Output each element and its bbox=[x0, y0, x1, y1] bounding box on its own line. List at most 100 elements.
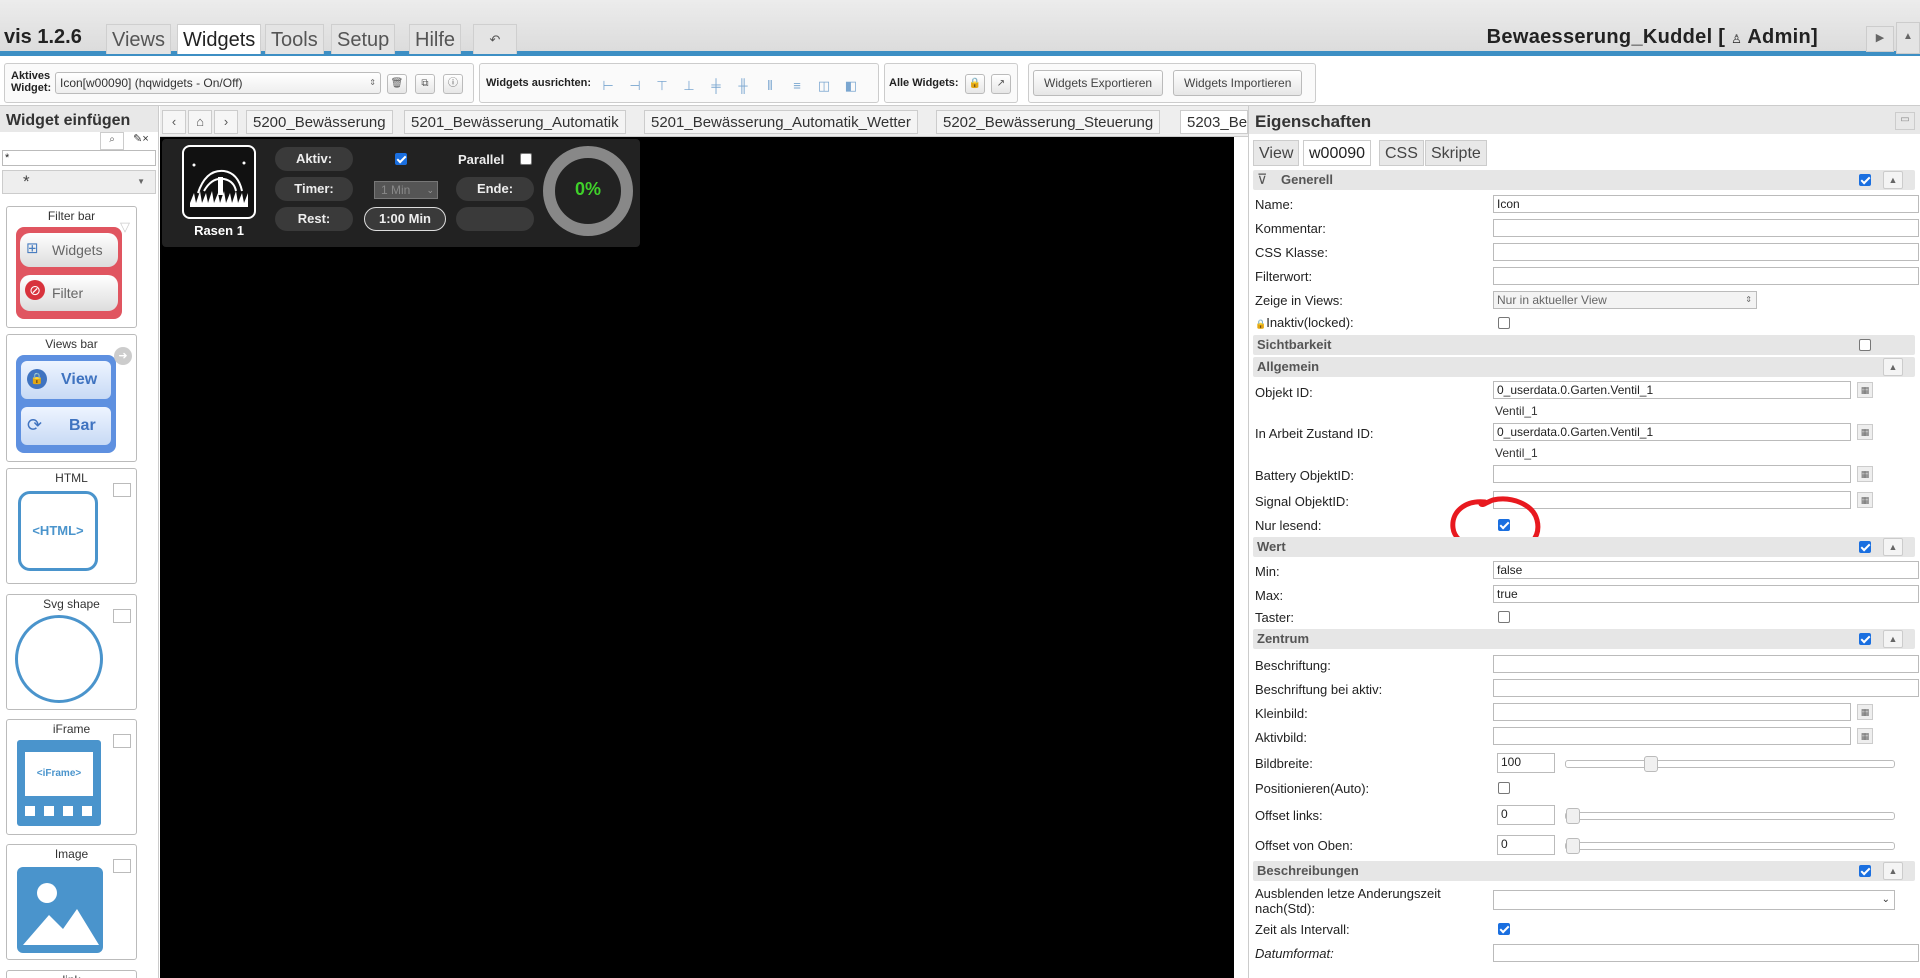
tab-skripte[interactable]: Skripte bbox=[1425, 140, 1487, 166]
datumformat-input[interactable] bbox=[1493, 944, 1919, 962]
collapse-icon[interactable]: ▲ bbox=[1883, 862, 1903, 880]
section-sichtbarkeit[interactable]: Sichtbarkeit bbox=[1253, 335, 1915, 355]
irrigation-widget[interactable]: Rasen 1 Aktiv: Parallel Timer: 1 Min ⌄ E… bbox=[162, 139, 640, 247]
bildbreite-input[interactable]: 100 bbox=[1497, 753, 1555, 773]
section-generell[interactable]: ⊽ Generell ▲ bbox=[1253, 170, 1915, 190]
chevron-right-icon[interactable]: › bbox=[214, 110, 238, 134]
id-picker-icon[interactable]: ▦ bbox=[1857, 466, 1873, 482]
menu-tab-tools[interactable]: Tools bbox=[265, 24, 324, 54]
signal-input[interactable] bbox=[1493, 491, 1851, 509]
home-icon[interactable]: ⌂ bbox=[188, 110, 212, 134]
align-center-h-icon[interactable]: ╪ bbox=[708, 78, 724, 94]
collapse-icon[interactable]: ▲ bbox=[1883, 171, 1903, 189]
battery-input[interactable] bbox=[1493, 465, 1851, 483]
search-icon[interactable]: ⌕ bbox=[100, 132, 124, 150]
view-tab[interactable]: 5200_Bewässerung bbox=[246, 110, 393, 134]
offset-oben-slider[interactable] bbox=[1565, 838, 1895, 854]
aktiv-checkbox[interactable] bbox=[395, 153, 407, 165]
collapse-icon[interactable]: ▲ bbox=[1883, 630, 1903, 648]
view-tab[interactable]: 5201_Bewässerung_Automatik_Wetter bbox=[644, 110, 918, 134]
filterwort-input[interactable] bbox=[1493, 267, 1919, 285]
menu-tab-widgets[interactable]: Widgets bbox=[177, 24, 262, 54]
section-wert[interactable]: Wert ▲ bbox=[1253, 537, 1915, 557]
menu-tab-setup[interactable]: Setup bbox=[331, 24, 396, 54]
active-widget-select[interactable]: Icon[w00090] (hqwidgets - On/Off) ⇕ bbox=[55, 72, 381, 94]
scroll-up-icon[interactable]: ▲ bbox=[1896, 22, 1920, 54]
clear-filter-icon[interactable]: ✎× bbox=[130, 132, 152, 148]
sprinkler-icon[interactable] bbox=[182, 145, 256, 219]
widget-card-link[interactable]: link bbox=[6, 970, 137, 978]
widgets-export-button[interactable]: Widgets Exportieren bbox=[1033, 70, 1164, 96]
in-arbeit-input[interactable]: 0_userdata.0.Garten.Ventil_1 bbox=[1493, 423, 1851, 441]
same-width-icon[interactable]: ◫ bbox=[816, 78, 832, 94]
widget-card-html[interactable]: HTML <HTML> bbox=[6, 468, 137, 584]
zeige-in-views-select[interactable]: Nur in aktueller View ⇕ bbox=[1493, 291, 1757, 309]
menu-tab-hilfe[interactable]: Hilfe bbox=[409, 24, 462, 54]
section-allgemein[interactable]: Allgemein ▲ bbox=[1253, 357, 1915, 377]
section-beschreibungen[interactable]: Beschreibungen ▲ bbox=[1253, 861, 1915, 881]
beschriftung-input[interactable] bbox=[1493, 655, 1919, 673]
section-wert-checkbox[interactable] bbox=[1859, 541, 1871, 553]
view-tab[interactable]: 5201_Bewässerung_Automatik bbox=[404, 110, 626, 134]
aktivbild-input[interactable] bbox=[1493, 727, 1851, 745]
view-tab[interactable]: 5202_Bewässerung_Steuerung bbox=[936, 110, 1161, 134]
image-picker-icon[interactable]: ▦ bbox=[1857, 728, 1873, 744]
widget-card-iframe[interactable]: iFrame <iFrame> bbox=[6, 719, 137, 835]
positionieren-checkbox[interactable] bbox=[1498, 782, 1510, 794]
distribute-v-icon[interactable]: ≡ bbox=[789, 78, 805, 94]
id-picker-icon[interactable]: ▦ bbox=[1857, 492, 1873, 508]
widget-card-views-bar[interactable]: Views bar 🔒 View ⟳ Bar ➜ bbox=[6, 334, 137, 462]
info-icon[interactable]: ⓘ bbox=[443, 74, 463, 94]
timer-select[interactable]: 1 Min ⌄ bbox=[374, 181, 438, 199]
id-picker-icon[interactable]: ▦ bbox=[1857, 382, 1873, 398]
min-input[interactable]: false bbox=[1493, 561, 1919, 579]
menu-tab-views[interactable]: Views bbox=[106, 24, 171, 54]
offset-links-input[interactable]: 0 bbox=[1497, 805, 1555, 825]
id-picker-icon[interactable]: ▦ bbox=[1857, 424, 1873, 440]
offset-links-slider[interactable] bbox=[1565, 808, 1895, 824]
section-zentrum-checkbox[interactable] bbox=[1859, 633, 1871, 645]
css-klasse-input[interactable] bbox=[1493, 243, 1919, 261]
lock-icon[interactable]: 🔒 bbox=[965, 74, 985, 94]
view-canvas[interactable]: Rasen 1 Aktiv: Parallel Timer: 1 Min ⌄ E… bbox=[160, 137, 1234, 978]
name-input[interactable]: Icon bbox=[1493, 195, 1919, 213]
section-beschreibungen-checkbox[interactable] bbox=[1859, 865, 1871, 877]
undo-icon[interactable]: ↶ bbox=[473, 24, 517, 54]
beschriftung-aktiv-input[interactable] bbox=[1493, 679, 1919, 697]
tab-css[interactable]: CSS bbox=[1379, 140, 1424, 166]
distribute-h-icon[interactable]: ⫴ bbox=[762, 78, 778, 94]
play-icon[interactable]: ▶ bbox=[1866, 26, 1894, 52]
section-zentrum[interactable]: Zentrum ▲ bbox=[1253, 629, 1915, 649]
tab-view[interactable]: View bbox=[1253, 140, 1300, 166]
align-center-v-icon[interactable]: ╫ bbox=[735, 78, 751, 94]
zeit-intervall-checkbox[interactable] bbox=[1498, 923, 1510, 935]
kommentar-input[interactable] bbox=[1493, 219, 1919, 237]
objekt-id-input[interactable]: 0_userdata.0.Garten.Ventil_1 bbox=[1493, 381, 1851, 399]
align-right-icon[interactable]: ⊣ bbox=[627, 78, 643, 94]
taster-checkbox[interactable] bbox=[1498, 611, 1510, 623]
widget-filter-input[interactable]: * bbox=[2, 150, 156, 166]
offset-oben-input[interactable]: 0 bbox=[1497, 835, 1555, 855]
widget-card-filter-bar[interactable]: Filter bar ⊞ Widgets ⊘ Filter ▽ bbox=[6, 206, 137, 328]
collapse-icon[interactable]: ▲ bbox=[1883, 358, 1903, 376]
section-generell-checkbox[interactable] bbox=[1859, 174, 1871, 186]
widgets-import-button[interactable]: Widgets Importieren bbox=[1173, 70, 1303, 96]
image-picker-icon[interactable]: ▦ bbox=[1857, 704, 1873, 720]
chevron-left-icon[interactable]: ‹ bbox=[162, 110, 186, 134]
same-height-icon[interactable]: ◧ bbox=[843, 78, 859, 94]
inaktiv-checkbox[interactable] bbox=[1498, 317, 1510, 329]
copy-widget-icon[interactable]: ⧉ bbox=[415, 74, 435, 94]
widget-set-select[interactable]: * ▼ bbox=[2, 170, 156, 194]
widget-card-svg-shape[interactable]: Svg shape bbox=[6, 594, 137, 710]
section-sichtbarkeit-checkbox[interactable] bbox=[1859, 339, 1871, 351]
align-bottom-icon[interactable]: ⊥ bbox=[681, 78, 697, 94]
slider-handle[interactable] bbox=[1644, 756, 1658, 772]
kleinbild-input[interactable] bbox=[1493, 703, 1851, 721]
collapse-icon[interactable]: ▲ bbox=[1883, 538, 1903, 556]
tab-widget[interactable]: w00090 bbox=[1303, 140, 1372, 166]
minimize-icon[interactable]: ▭ bbox=[1895, 112, 1915, 130]
bildbreite-slider[interactable] bbox=[1565, 756, 1895, 772]
max-input[interactable]: true bbox=[1493, 585, 1919, 603]
widget-card-image[interactable]: Image bbox=[6, 844, 137, 960]
external-link-icon[interactable]: ↗ bbox=[991, 74, 1011, 94]
